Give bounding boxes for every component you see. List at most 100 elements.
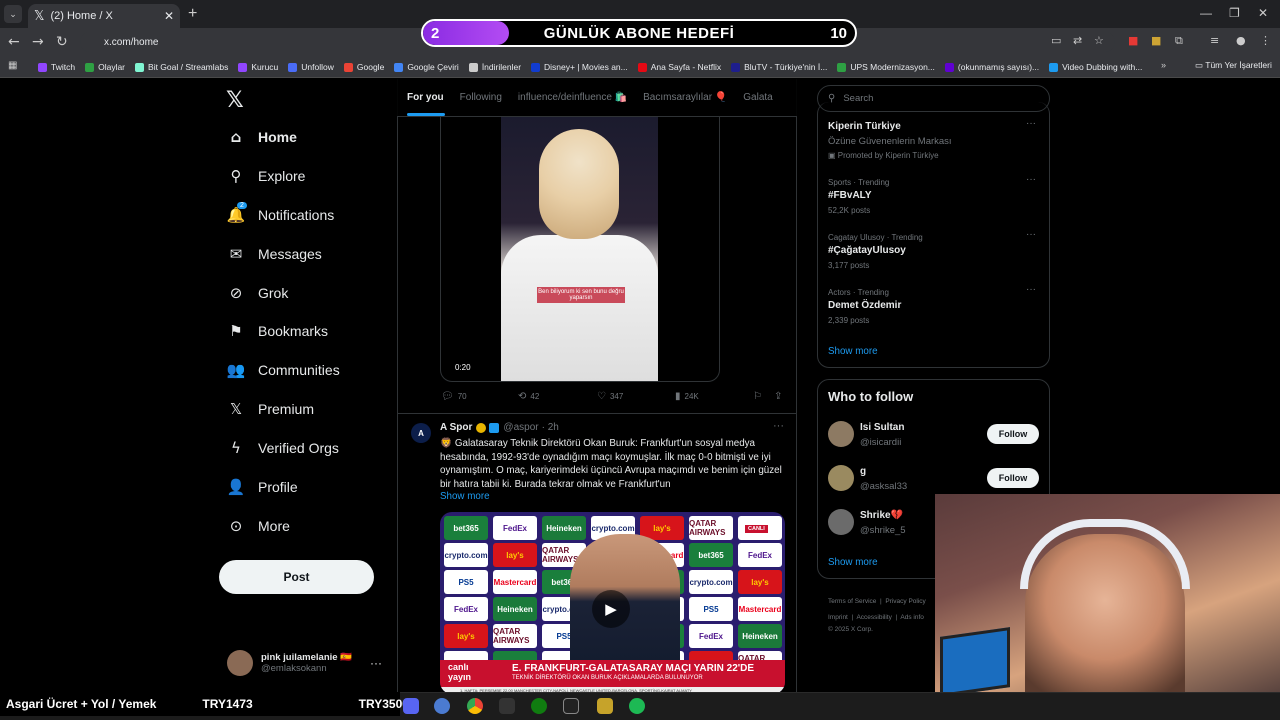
- extension-red-icon[interactable]: ■: [1128, 34, 1138, 47]
- account-switcher[interactable]: pink juilamelanie 🇪🇸 @emlaksokann: [227, 650, 352, 676]
- promo-title[interactable]: Kiperin Türkiye: [828, 121, 901, 132]
- post-more-icon[interactable]: ···: [773, 420, 784, 432]
- files-icon[interactable]: [597, 698, 613, 714]
- share-button[interactable]: ⇪: [774, 391, 786, 402]
- reload-icon[interactable]: ↻: [56, 34, 68, 50]
- bookmark-item[interactable]: Olaylar: [85, 62, 125, 72]
- nav-item-grok[interactable]: ⊘ Grok: [226, 284, 289, 302]
- like-button[interactable]: ♡ 347: [597, 391, 623, 402]
- more-bookmarks-chevron-icon[interactable]: »: [1161, 60, 1166, 70]
- timeline-tab[interactable]: Bacımsaraylılar 🎈: [643, 92, 727, 103]
- suggested-user-name[interactable]: Isi Sultan: [860, 422, 904, 433]
- trend-more-icon[interactable]: ···: [1026, 174, 1036, 185]
- post-time[interactable]: · 2h: [542, 422, 559, 433]
- browser-tab[interactable]: 𝕏 (2) Home / X ✕: [28, 4, 180, 28]
- trend-more-icon[interactable]: ···: [1026, 118, 1036, 129]
- maximize-icon[interactable]: ❐: [1229, 6, 1240, 20]
- timeline-tab[interactable]: Galata: [743, 92, 772, 103]
- timeline-tab[interactable]: For you: [407, 92, 444, 103]
- extension-yellow-icon[interactable]: ■: [1151, 34, 1161, 47]
- bookmark-item[interactable]: Kurucu: [238, 62, 278, 72]
- bookmark-item[interactable]: Ana Sayfa - Netflix: [637, 62, 721, 72]
- nav-item-more[interactable]: ⊙ More: [226, 517, 290, 535]
- avatar[interactable]: [828, 465, 854, 491]
- timeline-tab[interactable]: Following: [460, 92, 502, 103]
- follow-button[interactable]: Follow: [987, 424, 1039, 444]
- footer-ads-link[interactable]: Ads info: [900, 614, 924, 621]
- nav-item-communities[interactable]: 👥 Communities: [226, 361, 340, 379]
- reply-button[interactable]: 💬︎ 70: [441, 391, 467, 402]
- follow-show-more-link[interactable]: Show more: [828, 557, 878, 568]
- repost-button[interactable]: ⟲ 42: [518, 391, 539, 402]
- menu-kebab-icon[interactable]: ⋮: [1260, 34, 1271, 47]
- window-close-icon[interactable]: ✕: [1258, 6, 1268, 20]
- account-more-icon[interactable]: ···: [370, 656, 382, 670]
- back-arrow-icon[interactable]: ←: [8, 34, 20, 50]
- bookmark-item[interactable]: Video Dubbing with...: [1049, 62, 1142, 72]
- chrome-icon[interactable]: [467, 698, 483, 714]
- nav-item-notifications[interactable]: 🔔 2 Notifications: [226, 202, 334, 224]
- nav-item-messages[interactable]: ✉ Messages: [226, 245, 322, 263]
- suggested-user-name[interactable]: g: [860, 466, 866, 477]
- translate-icon[interactable]: ⇄: [1073, 34, 1082, 47]
- bookmark-item[interactable]: İndirilenler: [468, 62, 521, 72]
- bookmark-item[interactable]: BluTV - Türkiye'nin İ...: [731, 62, 827, 72]
- cast-icon[interactable]: ▭: [1051, 34, 1061, 47]
- new-tab-plus-icon[interactable]: +: [188, 5, 197, 23]
- bookmark-item[interactable]: Google: [343, 62, 384, 72]
- timeline-tab[interactable]: influence/deinfluence 🛍️: [518, 92, 627, 103]
- trend-more-icon[interactable]: ···: [1026, 284, 1036, 295]
- discord-icon[interactable]: [403, 698, 419, 714]
- trend-title[interactable]: #ÇağatayUlusoy: [828, 245, 906, 256]
- media-control-icon[interactable]: ≡: [1210, 34, 1219, 47]
- show-more-link[interactable]: Show more: [440, 491, 490, 502]
- bookmark-item[interactable]: Disney+ | Movies an...: [531, 62, 628, 72]
- post-button[interactable]: Post: [219, 560, 374, 594]
- apps-grid-icon[interactable]: ▦: [8, 60, 17, 71]
- views-button[interactable]: ▮ 24K: [675, 391, 699, 402]
- bookmark-item[interactable]: Bit Goal / Streamlabs: [135, 62, 228, 72]
- avatar[interactable]: [828, 421, 854, 447]
- minimize-icon[interactable]: —: [1200, 6, 1212, 20]
- footer-imprint-link[interactable]: Imprint: [828, 614, 848, 621]
- suggested-user-name[interactable]: Shrike💔: [860, 510, 903, 521]
- play-icon[interactable]: ▶: [592, 590, 630, 628]
- bookmark-item[interactable]: Unfollow: [288, 62, 334, 72]
- spotify-icon[interactable]: [629, 698, 645, 714]
- bookmark-post-button[interactable]: ⚐: [753, 391, 766, 402]
- trend-more-icon[interactable]: ···: [1026, 229, 1036, 240]
- tab-search-chevron-icon[interactable]: ⌄: [4, 5, 22, 23]
- forward-arrow-icon[interactable]: →: [32, 34, 44, 50]
- author-handle[interactable]: @aspor: [503, 422, 538, 433]
- trend-title[interactable]: #FBvALY: [828, 190, 872, 201]
- capcut-icon[interactable]: [563, 698, 579, 714]
- bookmark-item[interactable]: UPS Modernizasyon...: [837, 62, 935, 72]
- nav-item-profile[interactable]: 👤 Profile: [226, 478, 298, 496]
- footer-accessibility-link[interactable]: Accessibility: [856, 614, 891, 621]
- follow-button[interactable]: Follow: [987, 468, 1039, 488]
- footer-terms-link[interactable]: Terms of Service: [828, 598, 876, 605]
- extensions-puzzle-icon[interactable]: ⧉: [1175, 34, 1183, 48]
- trend-title[interactable]: Demet Özdemir: [828, 300, 901, 311]
- post-video-player[interactable]: bet365 FedEx Heineken crypto.com lay's QATAR …: [440, 512, 785, 694]
- bookmark-star-icon[interactable]: ☆: [1094, 34, 1104, 47]
- nav-item-verified-orgs[interactable]: ϟ Verified Orgs: [226, 439, 339, 457]
- x-logo-icon[interactable]: 𝕏: [226, 88, 244, 113]
- nav-item-bookmarks[interactable]: ⚑ Bookmarks: [226, 322, 328, 340]
- nav-item-explore[interactable]: ⚲ Explore: [226, 167, 306, 185]
- author-name[interactable]: A Spor: [440, 422, 472, 433]
- profile-icon[interactable]: ●: [1236, 34, 1246, 47]
- xbox-icon[interactable]: [531, 698, 547, 714]
- post-video-player[interactable]: Ben biliyorum ki sen bunu değru yaparsın…: [440, 117, 720, 382]
- avatar[interactable]: [828, 509, 854, 535]
- nav-item-premium[interactable]: 𝕏 Premium: [226, 400, 314, 418]
- app-icon[interactable]: [434, 698, 450, 714]
- trends-show-more-link[interactable]: Show more: [828, 346, 878, 357]
- bookmark-item[interactable]: (okunmamış sayısı)...: [944, 62, 1039, 72]
- bookmark-item[interactable]: Google Çeviri: [394, 62, 459, 72]
- all-bookmarks-link[interactable]: ▭ Tüm Yer İşaretleri: [1195, 60, 1272, 71]
- obs-icon[interactable]: [499, 698, 515, 714]
- close-tab-icon[interactable]: ✕: [164, 9, 174, 23]
- footer-privacy-link[interactable]: Privacy Policy: [885, 598, 925, 605]
- nav-item-home[interactable]: ⌂ Home: [226, 128, 297, 146]
